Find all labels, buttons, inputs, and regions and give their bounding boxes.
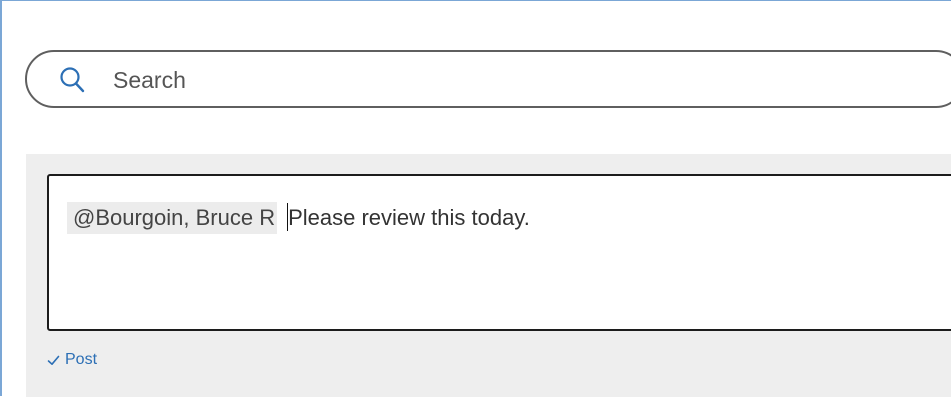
comment-input[interactable]: @Bourgoin, Bruce R Please review this tod… xyxy=(47,174,951,331)
mention-tag: @Bourgoin, Bruce R xyxy=(67,202,278,234)
checkmark-icon xyxy=(47,355,60,365)
post-button[interactable]: Post xyxy=(47,351,97,369)
comment-text: @Bourgoin, Bruce R Please review this tod… xyxy=(67,202,530,234)
comment-panel: @Bourgoin, Bruce R Please review this tod… xyxy=(26,154,951,397)
comment-body: Please review this today. xyxy=(288,205,530,230)
app-frame: @Bourgoin, Bruce R Please review this tod… xyxy=(0,0,951,397)
post-label: Post xyxy=(65,351,98,368)
search-input[interactable] xyxy=(113,62,813,98)
search-icon xyxy=(60,67,85,93)
search-box[interactable] xyxy=(25,50,951,108)
